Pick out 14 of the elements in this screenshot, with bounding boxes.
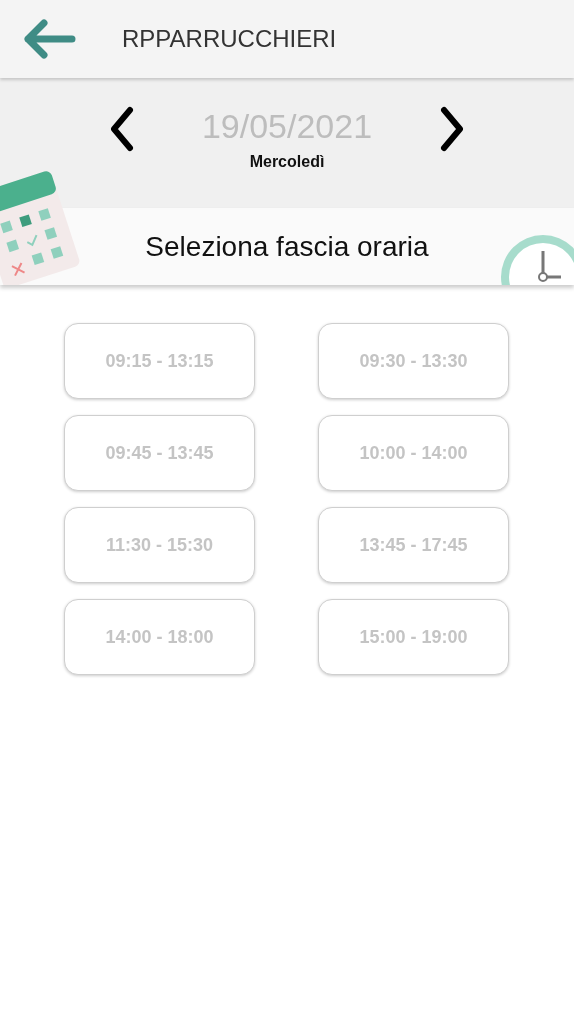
time-slot-button[interactable]: 14:00 - 18:00 (64, 599, 255, 675)
weekday-label: Mercoledì (249, 152, 325, 172)
time-slot-button[interactable]: 11:30 - 15:30 (64, 507, 255, 583)
app-title: RPPARRUCCHIERI (122, 24, 337, 54)
chevron-left-icon (108, 106, 136, 152)
time-slot-button[interactable]: 09:30 - 13:30 (318, 323, 509, 399)
back-arrow-icon (22, 17, 76, 61)
banner-title: Seleziona fascia oraria (145, 229, 429, 264)
time-slot-button[interactable]: 09:15 - 13:15 (64, 323, 255, 399)
time-slot-button[interactable]: 09:45 - 13:45 (64, 415, 255, 491)
time-slot-button[interactable]: 13:45 - 17:45 (318, 507, 509, 583)
chevron-right-icon (438, 106, 466, 152)
time-slot-button[interactable]: 15:00 - 19:00 (318, 599, 509, 675)
time-slot-button[interactable]: 10:00 - 14:00 (318, 415, 509, 491)
